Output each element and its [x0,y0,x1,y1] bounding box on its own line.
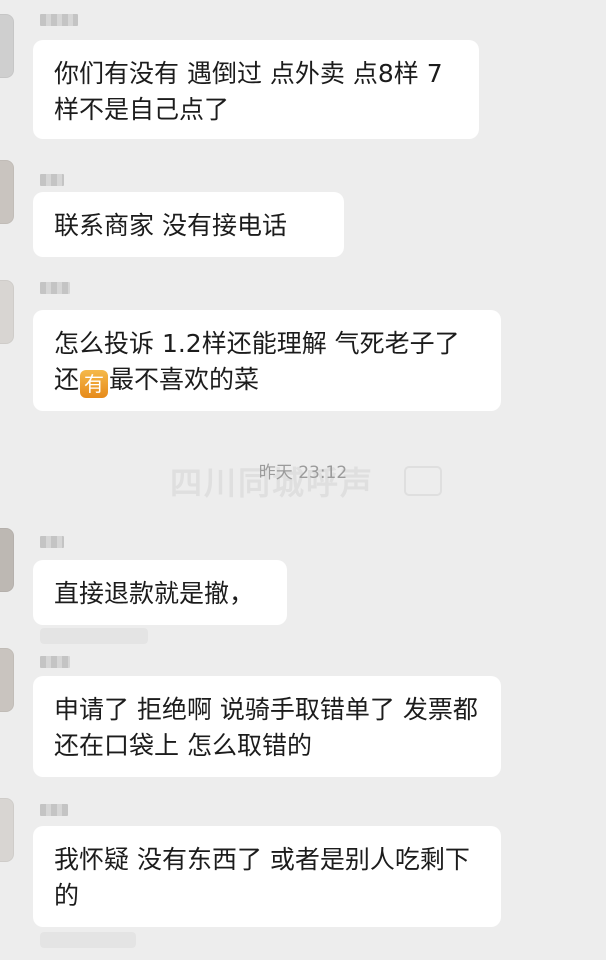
message-text-continued: 最不喜欢的菜 [109,365,260,394]
message-bubble[interactable]: 我怀疑 没有东西了 或者是别人吃剩下的 [33,826,501,927]
avatar[interactable] [0,14,14,78]
message-bubble[interactable]: 直接退款就是撤， [33,560,287,625]
you-emoji-icon: 有 [80,370,109,398]
sender-name-redacted [40,282,70,294]
ghost-line [40,628,148,644]
sender-name-redacted [40,536,64,548]
sender-name-redacted [40,804,68,816]
message-bubble[interactable]: 联系商家 没有接电话 [33,192,344,257]
sender-name-redacted [40,14,78,26]
message-text: 联系商家 没有接电话 [54,211,287,240]
message-bubble[interactable]: 你们有没有 遇倒过 点外卖 点8样 7样不是自己点了 [33,40,479,139]
message-text: 直接退款就是撤， [54,579,255,608]
message-text: 申请了 拒绝啊 说骑手取错单了 发票都还在口袋上 怎么取错的 [54,695,478,760]
message-text: 你们有没有 遇倒过 点外卖 点8样 7样不是自己点了 [54,59,443,124]
timestamp: 昨天 23:12 [258,463,348,483]
avatar[interactable] [0,160,14,224]
sender-name-redacted [40,174,64,186]
avatar[interactable] [0,528,14,592]
message-bubble[interactable]: 怎么投诉 1.2样还能理解 气死老子了 还有最不喜欢的菜 [33,310,501,411]
avatar[interactable] [0,648,14,712]
avatar[interactable] [0,280,14,344]
message-text: 我怀疑 没有东西了 或者是别人吃剩下的 [54,845,470,910]
ghost-line [40,932,136,948]
avatar[interactable] [0,798,14,862]
message-bubble[interactable]: 申请了 拒绝啊 说骑手取错单了 发票都还在口袋上 怎么取错的 [33,676,501,777]
sender-name-redacted [40,656,70,668]
